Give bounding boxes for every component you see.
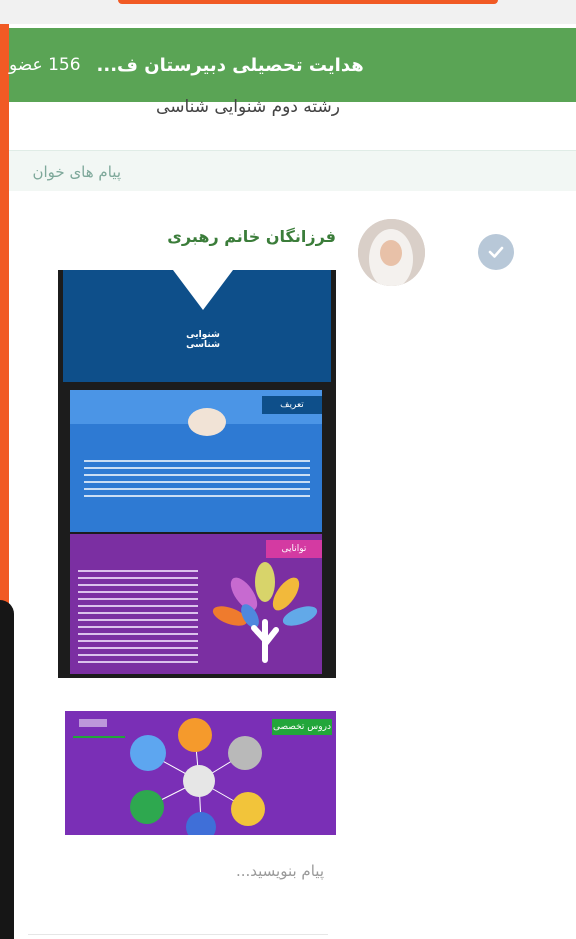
- tree-illustration: [212, 562, 318, 663]
- slide-diagram: [73, 718, 265, 835]
- slide1-title: شنوایی شناسی: [186, 330, 220, 350]
- slide-header-area: شنوایی شناسی: [63, 270, 331, 382]
- read-check-icon: [478, 234, 514, 270]
- message-composer[interactable]: پیام بنویسید...: [28, 854, 328, 935]
- ear-icon: [173, 270, 233, 310]
- chat-title[interactable]: هدایت تحصیلی دبیرستان ف...: [97, 55, 364, 76]
- member-count: 156 عضو: [9, 55, 81, 75]
- chat-subtitle: رشته دوم شنوایی شناسی: [156, 97, 340, 117]
- slide-ability-section: توانایی: [70, 534, 322, 674]
- unread-messages-divider: پیام های خوان: [9, 150, 576, 191]
- left-dark-edge: [0, 600, 14, 939]
- message-input-placeholder[interactable]: پیام بنویسید...: [236, 862, 324, 880]
- definition-label: تعریف: [262, 396, 322, 414]
- ability-label: توانایی: [266, 540, 322, 558]
- sender-name[interactable]: فرزانگان خانم رهبری: [150, 227, 336, 246]
- slide-image-2[interactable]: دروس تخصصی: [65, 711, 336, 835]
- slide-text-lines: [84, 460, 310, 502]
- slide-photo: [188, 408, 226, 436]
- top-strip: [0, 0, 576, 24]
- slide-text-lines: [78, 570, 198, 664]
- chat-header[interactable]: هدایت تحصیلی دبیرستان ف... 156 عضو: [9, 28, 576, 102]
- unread-messages-label: پیام های خوان: [32, 163, 121, 181]
- slide-definition-section: تعریف: [70, 390, 322, 532]
- avatar[interactable]: [358, 219, 425, 286]
- slide-image-1[interactable]: شنوایی شناسی تعریف توانایی: [58, 270, 336, 678]
